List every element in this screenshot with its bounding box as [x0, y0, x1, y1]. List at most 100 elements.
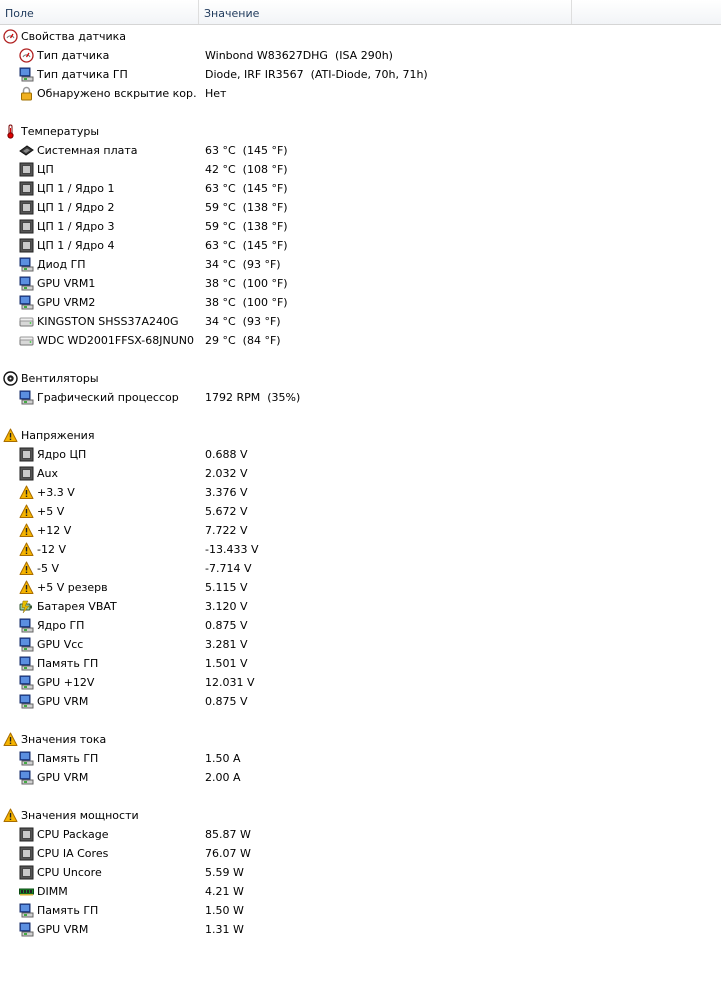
sensor-row[interactable]: Графический процессор 1792 RPM (35%) — [0, 388, 721, 407]
sensor-row[interactable]: Батарея VBAT 3.120 V — [0, 597, 721, 616]
sensor-row[interactable]: WDC WD2001FFSX-68JNUN0 29 °C (84 °F) — [0, 331, 721, 350]
sensor-row[interactable]: ЦП 1 / Ядро 2 59 °C (138 °F) — [0, 198, 721, 217]
sensor-row[interactable]: Тип датчика ГП Diode, IRF IR3567 (ATI-Dio… — [0, 65, 721, 84]
category-row[interactable]: Значения тока — [0, 730, 721, 749]
warning-icon — [19, 542, 34, 557]
fan-icon — [3, 371, 18, 386]
field-label: Тип датчика — [37, 49, 110, 62]
column-header-field[interactable]: Поле — [0, 0, 199, 24]
sensor-row[interactable]: GPU VRM 0.875 V — [0, 692, 721, 711]
sensor-row[interactable]: -12 V -13.433 V — [0, 540, 721, 559]
sensor-row[interactable]: +5 V 5.672 V — [0, 502, 721, 521]
value-text: 38 °C (100 °F) — [205, 296, 288, 309]
category-row[interactable]: Температуры — [0, 122, 721, 141]
value-text: 1.50 A — [205, 752, 241, 765]
column-header-value[interactable]: Значение — [199, 0, 572, 24]
sensor-row[interactable]: CPU IA Cores 76.07 W — [0, 844, 721, 863]
sensor-row[interactable]: Память ГП 1.50 A — [0, 749, 721, 768]
category-label: Значения тока — [21, 733, 107, 746]
sensor-row[interactable]: DIMM 4.21 W — [0, 882, 721, 901]
category-row[interactable]: Свойства датчика — [0, 27, 721, 46]
cpu-chip-icon — [19, 466, 34, 481]
sensor-row[interactable]: +3.3 V 3.376 V — [0, 483, 721, 502]
field-label: CPU Package — [37, 828, 109, 841]
value-text: 34 °C (93 °F) — [205, 315, 281, 328]
cpu-chip-icon — [19, 447, 34, 462]
field-label: ЦП 1 / Ядро 3 — [37, 220, 115, 233]
sensor-row[interactable]: Обнаружено вскрытие кор… Нет — [0, 84, 721, 103]
sensor-row[interactable]: Тип датчика Winbond W83627DHG (ISA 290h) — [0, 46, 721, 65]
category-row[interactable]: Значения мощности — [0, 806, 721, 825]
warning-icon — [19, 580, 34, 595]
value-text: 63 °C (145 °F) — [205, 144, 288, 157]
sensor-row[interactable]: +5 V резерв 5.115 V — [0, 578, 721, 597]
value-text: Diode, IRF IR3567 (ATI-Diode, 70h, 71h) — [205, 68, 428, 81]
field-label: ЦП — [37, 163, 54, 176]
sensor-row[interactable]: Диод ГП 34 °C (93 °F) — [0, 255, 721, 274]
field-label: CPU Uncore — [37, 866, 102, 879]
field-label: +5 V — [37, 505, 65, 518]
category-label: Вентиляторы — [21, 372, 99, 385]
value-text: Winbond W83627DHG (ISA 290h) — [205, 49, 393, 62]
battery-icon — [19, 599, 34, 614]
warning-icon — [3, 808, 18, 823]
sensor-row[interactable]: Память ГП 1.501 V — [0, 654, 721, 673]
sensor-row[interactable]: Aux 2.032 V — [0, 464, 721, 483]
blank-row — [0, 350, 721, 369]
sensor-list: Свойства датчика Тип датчика Winbond W8362… — [0, 27, 721, 939]
field-label: +5 V резерв — [37, 581, 108, 594]
monitor-icon — [19, 751, 34, 766]
field-label: Память ГП — [37, 904, 99, 917]
value-text: 1.50 W — [205, 904, 244, 917]
monitor-icon — [19, 770, 34, 785]
value-text: 1.501 V — [205, 657, 248, 670]
field-label: GPU VRM — [37, 923, 89, 936]
value-text: 38 °C (100 °F) — [205, 277, 288, 290]
field-label: CPU IA Cores — [37, 847, 109, 860]
sensor-row[interactable]: KINGSTON SHSS37A240G 34 °C (93 °F) — [0, 312, 721, 331]
sensor-row[interactable]: GPU Vcc 3.281 V — [0, 635, 721, 654]
monitor-icon — [19, 694, 34, 709]
thermometer-icon — [3, 124, 18, 139]
cpu-chip-icon — [19, 827, 34, 842]
sensor-row[interactable]: CPU Uncore 5.59 W — [0, 863, 721, 882]
sensor-row[interactable]: +12 V 7.722 V — [0, 521, 721, 540]
monitor-icon — [19, 675, 34, 690]
category-row[interactable]: Вентиляторы — [0, 369, 721, 388]
monitor-icon — [19, 903, 34, 918]
field-label: Aux — [37, 467, 59, 480]
sensor-row[interactable]: GPU VRM 2.00 A — [0, 768, 721, 787]
field-label: WDC WD2001FFSX-68JNUN0 — [37, 334, 195, 347]
field-label: GPU VRM — [37, 695, 89, 708]
sensor-row[interactable]: GPU VRM 1.31 W — [0, 920, 721, 939]
sensor-row[interactable]: ЦП 1 / Ядро 4 63 °C (145 °F) — [0, 236, 721, 255]
warning-icon — [19, 504, 34, 519]
category-row[interactable]: Напряжения — [0, 426, 721, 445]
hard-drive-icon — [19, 314, 34, 329]
category-label: Температуры — [21, 125, 100, 138]
value-text: 5.115 V — [205, 581, 248, 594]
sensor-row[interactable]: ЦП 42 °C (108 °F) — [0, 160, 721, 179]
monitor-icon — [19, 656, 34, 671]
value-text: 1.31 W — [205, 923, 244, 936]
sensor-row[interactable]: Память ГП 1.50 W — [0, 901, 721, 920]
sensor-row[interactable]: Ядро ГП 0.875 V — [0, 616, 721, 635]
sensor-row[interactable]: CPU Package 85.87 W — [0, 825, 721, 844]
value-text: 2.00 A — [205, 771, 241, 784]
blank-row — [0, 103, 721, 122]
blank-row — [0, 711, 721, 730]
cpu-chip-icon — [19, 181, 34, 196]
field-label: -5 V — [37, 562, 59, 575]
sensor-row[interactable]: GPU VRM2 38 °C (100 °F) — [0, 293, 721, 312]
sensor-row[interactable]: ЦП 1 / Ядро 1 63 °C (145 °F) — [0, 179, 721, 198]
sensor-row[interactable]: -5 V -7.714 V — [0, 559, 721, 578]
value-text: 2.032 V — [205, 467, 248, 480]
warning-icon — [19, 485, 34, 500]
sensor-row[interactable]: ЦП 1 / Ядро 3 59 °C (138 °F) — [0, 217, 721, 236]
sensor-row[interactable]: Системная плата 63 °C (145 °F) — [0, 141, 721, 160]
sensor-row[interactable]: Ядро ЦП 0.688 V — [0, 445, 721, 464]
value-text: 63 °C (145 °F) — [205, 182, 288, 195]
sensor-row[interactable]: GPU VRM1 38 °C (100 °F) — [0, 274, 721, 293]
value-text: 76.07 W — [205, 847, 251, 860]
sensor-row[interactable]: GPU +12V 12.031 V — [0, 673, 721, 692]
